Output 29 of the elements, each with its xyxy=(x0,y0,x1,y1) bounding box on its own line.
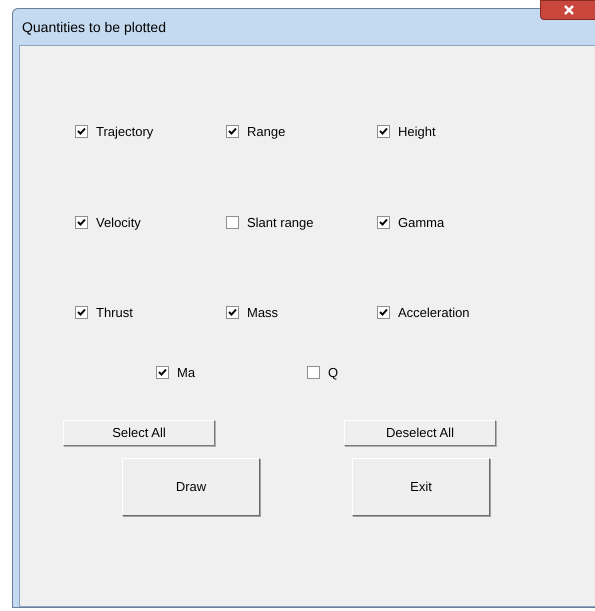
checkbox-label: Velocity xyxy=(96,214,141,232)
selection-button[interactable]: Deselect All xyxy=(344,420,496,446)
checkbox[interactable] xyxy=(156,366,169,379)
checkbox-label: Thrust xyxy=(96,304,133,322)
checkbox[interactable] xyxy=(377,306,390,320)
checkbox[interactable] xyxy=(75,306,88,320)
checkbox-label: Acceleration xyxy=(398,304,470,322)
selection-button[interactable]: Select All xyxy=(63,420,215,446)
close-button[interactable] xyxy=(540,0,595,20)
checkbox-label: Range xyxy=(247,123,286,141)
checkbox[interactable] xyxy=(75,216,88,229)
checkbox-label: Gamma xyxy=(398,214,444,232)
checkbox[interactable] xyxy=(307,366,320,379)
window-title: Quantities to be plotted xyxy=(22,18,166,37)
checkbox[interactable] xyxy=(226,125,239,138)
close-icon xyxy=(564,5,574,15)
action-button[interactable]: Exit xyxy=(352,458,490,516)
checkbox[interactable] xyxy=(377,125,390,138)
checkbox[interactable] xyxy=(226,306,239,320)
checkbox-label: Trajectory xyxy=(96,123,154,141)
checkbox-label: Slant range xyxy=(247,214,314,232)
checkbox[interactable] xyxy=(75,125,88,138)
checkbox-label: Q xyxy=(328,364,338,382)
checkbox[interactable] xyxy=(226,216,239,229)
checkbox[interactable] xyxy=(377,216,390,229)
checkbox-label: Mass xyxy=(247,304,278,322)
action-button[interactable]: Draw xyxy=(122,458,260,516)
checkbox-label: Height xyxy=(398,123,436,141)
checkbox-label: Ma xyxy=(177,364,196,382)
